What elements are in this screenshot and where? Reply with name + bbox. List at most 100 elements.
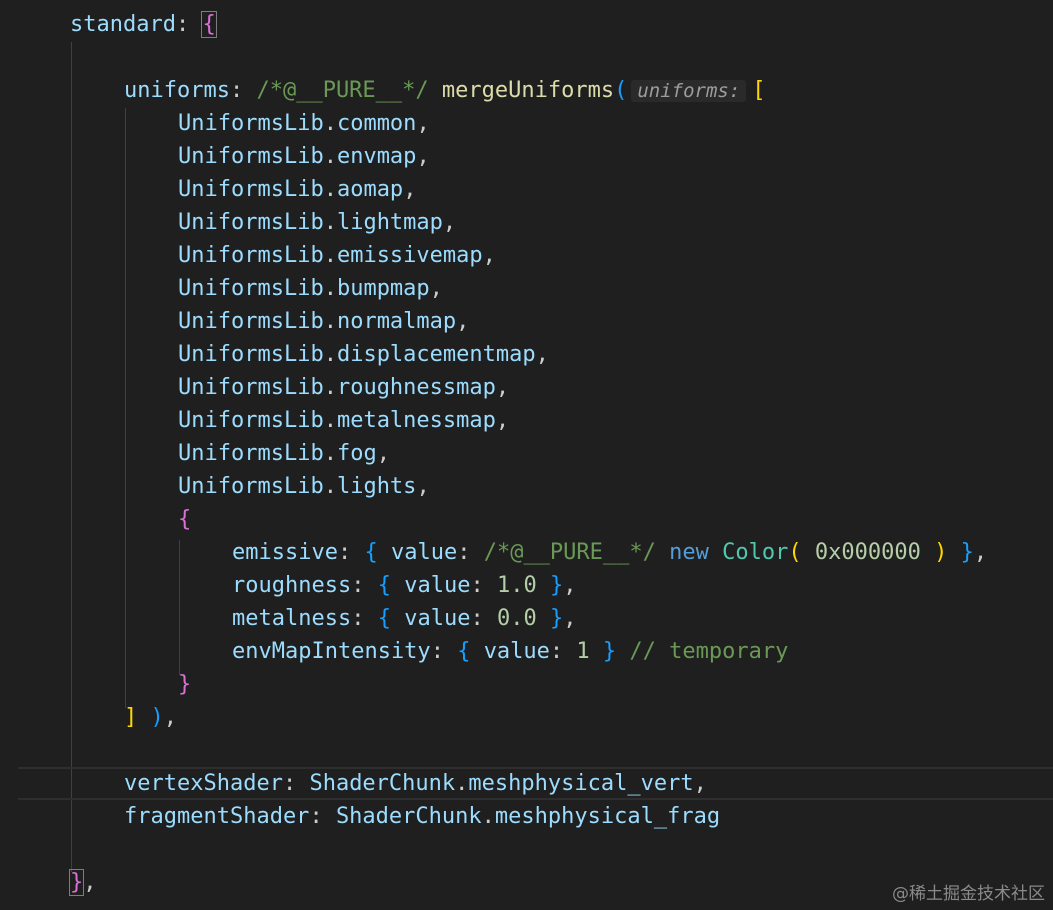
bracket-token: { (364, 540, 378, 565)
punctuation-token: : (351, 606, 378, 631)
code-editor[interactable]: standard: { uniforms: /*@__PURE__*/ merge… (0, 0, 1053, 910)
code-line[interactable]: UniformsLib.envmap, (178, 140, 430, 173)
code-line[interactable]: { (178, 503, 191, 536)
punctuation-token: : (430, 639, 458, 664)
identifier-token: ShaderChunk (309, 771, 456, 796)
code-line[interactable]: UniformsLib.lightmap, (178, 206, 456, 239)
code-line[interactable]: UniformsLib.bumpmap, (178, 272, 443, 305)
code-line[interactable]: metalness: { value: 0.0 }, (232, 602, 576, 635)
code-line[interactable]: roughness: { value: 1.0 }, (232, 569, 576, 602)
punctuation-token: : (337, 540, 365, 565)
code-line[interactable]: uniforms: /*@__PURE__*/ mergeUniforms(un… (124, 74, 766, 107)
punctuation-token: : (282, 771, 310, 796)
code-line[interactable]: standard: { (70, 8, 217, 41)
comment-token: /*@__PURE__*/ (483, 540, 656, 565)
punctuation-token: . (323, 375, 337, 400)
identifier-token: UniformsLib (178, 441, 324, 466)
punctuation-token (616, 639, 629, 664)
code-line[interactable]: UniformsLib.metalnessmap, (178, 404, 509, 437)
punctuation-token (802, 540, 815, 565)
identifier-token: UniformsLib (178, 210, 324, 235)
identifier-token: UniformsLib (178, 474, 324, 499)
code-line[interactable]: UniformsLib.common, (178, 107, 430, 140)
punctuation-token: : (351, 573, 378, 598)
bracket-token: { (178, 507, 192, 532)
identifier-token: UniformsLib (178, 177, 324, 202)
identifier-token: lights (336, 474, 417, 499)
punctuation-token: , (495, 375, 510, 400)
punctuation-token: , (163, 705, 177, 730)
code-line[interactable]: UniformsLib.displacementmap, (178, 338, 549, 371)
identifier-token: common (336, 111, 417, 136)
identifier-token: UniformsLib (178, 243, 324, 268)
punctuation-token: . (323, 210, 337, 235)
punctuation-token: : (549, 639, 577, 664)
number-token: 0x000000 (814, 540, 921, 565)
punctuation-token (537, 573, 550, 598)
bracket-token: } (602, 639, 617, 664)
punctuation-token: : (470, 573, 497, 598)
punctuation-token (391, 606, 404, 631)
code-line[interactable]: ] ), (124, 701, 177, 734)
punctuation-token: , (416, 144, 430, 169)
punctuation-token: . (323, 309, 337, 334)
identifier-token: metalnessmap (336, 408, 496, 433)
code-line[interactable]: UniformsLib.emissivemap, (178, 239, 496, 272)
identifier-token: bumpmap (336, 276, 430, 301)
identifier-token: normalmap (336, 309, 457, 334)
function-token: mergeUniforms (441, 78, 615, 103)
bracket-token: ] (124, 705, 138, 730)
punctuation-token: : (229, 78, 257, 103)
bracket-token: } (68, 869, 85, 896)
punctuation-token (470, 639, 483, 664)
code-line[interactable]: UniformsLib.aomap, (178, 173, 416, 206)
bracket-token: ) (150, 705, 164, 730)
identifier-token: UniformsLib (178, 342, 324, 367)
punctuation-token: . (323, 408, 337, 433)
code-line[interactable]: UniformsLib.lights, (178, 470, 430, 503)
punctuation-token: . (323, 243, 337, 268)
punctuation-token: , (535, 342, 549, 367)
identifier-token: metalness (232, 606, 352, 631)
punctuation-token: . (323, 441, 337, 466)
punctuation-token (137, 705, 150, 730)
identifier-token: UniformsLib (178, 408, 324, 433)
identifier-token: meshphysical_vert (468, 771, 694, 796)
code-line[interactable]: fragmentShader: ShaderChunk.meshphysical… (124, 800, 720, 833)
code-line[interactable]: emissive: { value: /*@__PURE__*/ new Col… (232, 536, 987, 569)
punctuation-token: , (563, 573, 577, 598)
punctuation-token: : (457, 540, 484, 565)
punctuation-token: . (323, 144, 337, 169)
identifier-token: uniforms (124, 78, 230, 103)
punctuation-token (590, 639, 603, 664)
punctuation-token (921, 540, 934, 565)
code-line[interactable]: UniformsLib.normalmap, (178, 305, 469, 338)
code-line[interactable]: UniformsLib.fog, (178, 437, 390, 470)
code-line[interactable]: envMapIntensity: { value: 1 } // tempora… (232, 635, 788, 668)
identifier-token: fog (336, 441, 377, 466)
punctuation-token: , (416, 474, 430, 499)
watermark: @稀土掘金技术社区 (892, 884, 1045, 904)
code-line[interactable]: vertexShader: ShaderChunk.meshphysical_v… (124, 767, 707, 800)
punctuation-token: . (323, 342, 337, 367)
identifier-token: UniformsLib (178, 309, 324, 334)
punctuation-token: , (429, 276, 443, 301)
bracket-token: } (178, 672, 192, 697)
code-line[interactable]: UniformsLib.roughnessmap, (178, 371, 509, 404)
identifier-token: displacementmap (336, 342, 536, 367)
number-token: 1.0 (496, 573, 537, 598)
bracket-token: ( (788, 540, 802, 565)
code-line[interactable]: }, (68, 866, 97, 899)
number-token: 1 (576, 639, 590, 664)
identifier-token: UniformsLib (178, 276, 324, 301)
number-token: 0.0 (496, 606, 537, 631)
code-line[interactable]: } (178, 668, 191, 701)
indent-guide (71, 42, 72, 872)
bracket-token: } (549, 606, 564, 631)
bracket-token: } (960, 540, 974, 565)
punctuation-token (429, 78, 442, 103)
punctuation-token: , (456, 309, 470, 334)
punctuation-token: , (83, 870, 97, 895)
identifier-token: value (404, 573, 471, 598)
keyword-token: new (669, 540, 709, 565)
